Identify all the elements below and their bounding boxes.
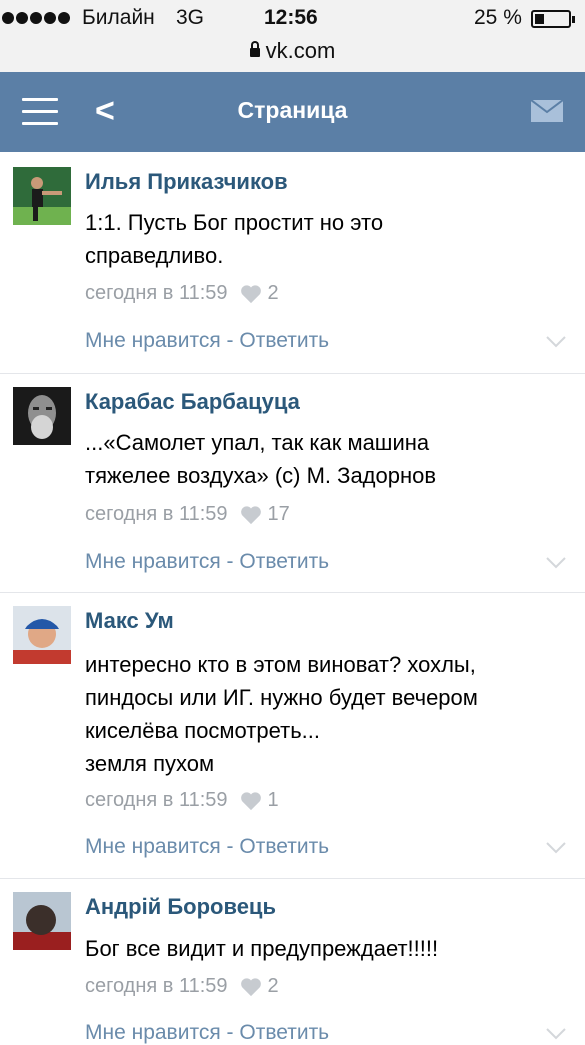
comment-line: ...«Самолет упал, так как машина [85,430,430,455]
avatar[interactable] [13,892,71,950]
comment-actions[interactable]: Мне нравится - Ответить [85,329,329,353]
heart-icon[interactable] [240,284,262,304]
heart-icon[interactable] [240,791,262,811]
like-count: 1 [267,789,279,811]
comment-line: киселёва посмотреть... [85,718,320,743]
like-count: 2 [267,282,279,304]
mail-icon[interactable] [531,100,563,122]
comment-line: интересно кто в этом виноват? хохлы, [85,652,476,677]
comment-meta: сегодня в 11:59 1 [85,789,279,812]
comment-text: 1:1. Пусть Бог простит но это справедлив… [85,206,565,272]
comment-item: Карабас Барбацуца ...«Самолет упал, так … [0,374,585,593]
chevron-down-icon[interactable] [545,1027,567,1041]
comment-actions[interactable]: Мне нравится - Ответить [85,550,329,574]
comment-actions[interactable]: Мне нравится - Ответить [85,835,329,859]
avatar[interactable] [13,387,71,445]
comment-text: Бог все видит и предупреждает!!!!! [85,932,565,965]
comment-line: тяжелее воздуха» (с) М. Задорнов [85,463,437,488]
url-text: vk.com [265,38,336,63]
comment-text: ...«Самолет упал, так как машина тяжелее… [85,426,565,492]
comment-actions[interactable]: Мне нравится - Ответить [85,1021,329,1045]
comment-time: сегодня в 11:59 [85,789,228,811]
comment-item: Илья Приказчиков 1:1. Пусть Бог простит … [0,152,585,374]
chevron-down-icon[interactable] [545,841,567,855]
comment-item: Андрій Боровець Бог все видит и предупре… [0,879,585,1044]
comment-meta: сегодня в 11:59 2 [85,282,279,305]
status-time: 12:56 [264,6,318,29]
heart-icon[interactable] [240,977,262,997]
comment-time: сегодня в 11:59 [85,975,228,997]
avatar[interactable] [13,167,71,225]
like-count: 17 [267,503,290,525]
comment-text: интересно кто в этом виноват? хохлы, пин… [85,648,565,780]
comment-author[interactable]: Макс Ум [85,608,174,634]
signal-strength-icon [2,12,70,24]
comment-time: сегодня в 11:59 [85,282,228,304]
navbar: < Страница [0,72,585,152]
comment-line: Бог все видит и предупреждает!!!!! [85,936,439,961]
lock-icon [249,41,260,57]
avatar[interactable] [13,606,71,664]
comment-author[interactable]: Илья Приказчиков [85,169,288,195]
heart-icon[interactable] [240,505,262,525]
status-bar: Билайн 3G 12:56 25 % vk.com [0,0,585,72]
address-bar[interactable]: vk.com [0,38,585,64]
page-title: Страница [237,97,348,123]
comment-line: земля пухом [85,751,215,776]
chevron-down-icon[interactable] [545,556,567,570]
carrier-name: Билайн [82,6,155,29]
comment-item: Макс Ум интересно кто в этом виноват? хо… [0,593,585,879]
comment-line: 1:1. Пусть Бог простит но это [85,210,384,235]
comment-author[interactable]: Карабас Барбацуца [85,389,300,415]
network-type: 3G [176,6,205,29]
battery-icon [531,10,575,28]
comment-meta: сегодня в 11:59 2 [85,975,279,998]
comment-line: справедливо. [85,243,224,268]
comment-time: сегодня в 11:59 [85,503,228,525]
comment-author[interactable]: Андрій Боровець [85,894,276,920]
battery-percent: 25 % [474,6,522,29]
comment-meta: сегодня в 11:59 17 [85,503,290,526]
chevron-down-icon[interactable] [545,335,567,349]
comment-line: пиндосы или ИГ. нужно будет вечером [85,685,478,710]
like-count: 2 [267,975,279,997]
